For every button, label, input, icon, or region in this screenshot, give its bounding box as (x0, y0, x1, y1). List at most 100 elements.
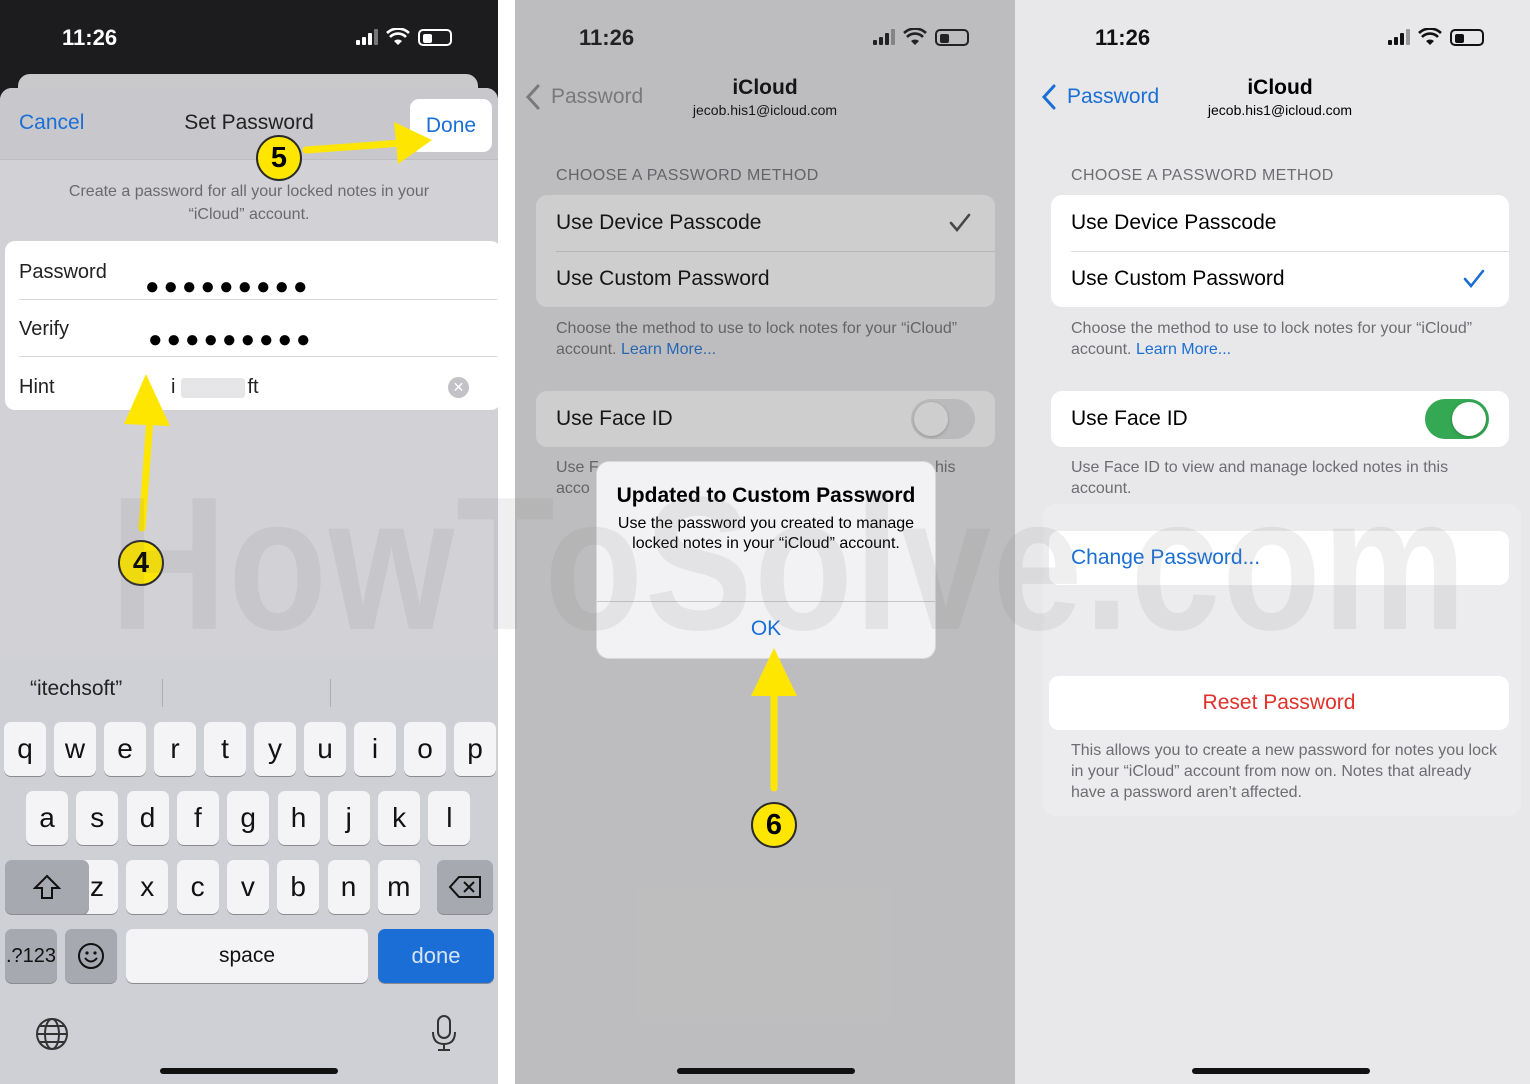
method-footer-text: Choose the method to use to lock notes f… (1071, 320, 1473, 358)
wifi-icon (386, 28, 410, 45)
shift-key[interactable] (5, 860, 89, 914)
reset-password-footer: This allows you to create a new password… (1071, 742, 1497, 801)
key-x[interactable]: x (126, 860, 169, 914)
alert-message: Use the password you created to manage l… (617, 515, 915, 552)
key-y[interactable]: y (254, 722, 296, 776)
key-w[interactable]: w (54, 722, 96, 776)
cellular-signal-icon (1388, 29, 1410, 45)
alert-ok-button[interactable]: OK (597, 617, 935, 641)
step-5-badge: 5 (256, 135, 302, 181)
key-t[interactable]: t (204, 722, 246, 776)
key-j[interactable]: j (327, 791, 370, 845)
key-r[interactable]: r (154, 722, 196, 776)
action-sheet: Change Password... Reset Password This a… (1043, 504, 1521, 816)
password-form: Password ●●●●●●●●● Verify ●●●●●●●●● Hint… (5, 241, 498, 410)
change-password-button[interactable]: Change Password... (1049, 531, 1509, 585)
option-custom-password[interactable]: Use Custom Password (1051, 251, 1509, 307)
icloud-password-screen-alert: 11:26 Password iCloud jecob.his1@icloud.… (515, 0, 1015, 1084)
clear-text-icon[interactable]: ✕ (448, 377, 469, 398)
section-header: CHOOSE A PASSWORD METHOD (1071, 167, 1334, 184)
key-f[interactable]: f (176, 791, 219, 845)
hint-input[interactable]: i ft (171, 376, 259, 399)
nav-title-text: iCloud (1247, 76, 1313, 99)
learn-more-link[interactable]: Learn More... (1136, 341, 1231, 358)
option-device-passcode[interactable]: Use Device Passcode (1051, 195, 1509, 251)
key-u[interactable]: u (304, 722, 346, 776)
status-icons (1388, 28, 1484, 46)
done-button[interactable]: Done (410, 99, 492, 152)
numbers-key[interactable]: .?123 (5, 929, 57, 983)
back-label: Password (1067, 85, 1160, 108)
key-g[interactable]: g (227, 791, 270, 845)
globe-icon[interactable] (35, 1017, 69, 1051)
option-label: Use Custom Password (1071, 267, 1285, 290)
sheet-nav-bar: Cancel Set Password Done (0, 88, 498, 160)
key-k[interactable]: k (378, 791, 421, 845)
verify-input[interactable]: ●●●●●●●●● (148, 328, 314, 352)
key-d[interactable]: d (126, 791, 169, 845)
alert-dialog: Updated to Custom Password Use the passw… (597, 462, 935, 658)
face-id-group: Use Face ID (1051, 391, 1509, 447)
key-c[interactable]: c (176, 860, 219, 914)
hint-value-start: i (171, 376, 176, 398)
emoji-key[interactable] (65, 929, 117, 983)
option-label: Use Device Passcode (1071, 211, 1277, 234)
face-id-toggle[interactable] (1425, 399, 1489, 439)
set-password-screen: 11:26 Cancel Set Password Done Create a … (0, 0, 498, 1084)
step-4-badge: 4 (118, 540, 164, 586)
key-p[interactable]: p (454, 722, 496, 776)
panel-separator (498, 0, 515, 1084)
key-b[interactable]: b (277, 860, 320, 914)
chevron-left-icon (1041, 84, 1056, 110)
sheet-description: Create a password for all your locked no… (68, 183, 430, 223)
key-v[interactable]: v (226, 860, 269, 914)
status-icons (356, 28, 452, 46)
emoji-icon (78, 943, 104, 969)
suggestion-item[interactable]: “itechsoft” (30, 677, 122, 701)
suggestion-divider (330, 679, 331, 707)
password-label: Password (19, 261, 107, 283)
key-q[interactable]: q (4, 722, 46, 776)
home-indicator (1192, 1068, 1370, 1074)
password-method-group: Use Device Passcode Use Custom Password (1051, 195, 1509, 307)
home-indicator (160, 1068, 338, 1074)
face-id-label: Use Face ID (1071, 407, 1188, 430)
face-id-footer: Use Face ID to view and manage locked no… (1071, 459, 1449, 497)
key-o[interactable]: o (404, 722, 446, 776)
key-i[interactable]: i (354, 722, 396, 776)
suggestion-divider (162, 679, 163, 707)
status-time: 11:26 (1095, 25, 1151, 50)
keyboard-done-key[interactable]: done (378, 929, 494, 983)
icloud-password-screen-sheet: 11:26 Password iCloud jecob.his1@icloud.… (1015, 0, 1530, 1084)
divider (19, 299, 497, 300)
hint-label: Hint (19, 376, 55, 398)
battery-icon (1450, 28, 1484, 46)
step-6-badge: 6 (751, 802, 797, 848)
alert-divider (597, 601, 935, 602)
keyboard: “itechsoft” qwertyuiopasdfghjklzxcvbnm .… (0, 657, 498, 1084)
battery-icon (418, 28, 452, 46)
reset-password-button[interactable]: Reset Password (1049, 676, 1509, 730)
key-e[interactable]: e (104, 722, 146, 776)
space-key[interactable]: space (126, 929, 368, 983)
key-h[interactable]: h (277, 791, 320, 845)
password-input[interactable]: ●●●●●●●●● (145, 275, 311, 299)
wifi-icon (1418, 28, 1442, 45)
nav-subtitle: jecob.his1@icloud.com (1207, 102, 1353, 118)
home-indicator (677, 1068, 855, 1074)
verify-label: Verify (19, 318, 70, 340)
microphone-icon[interactable] (430, 1014, 458, 1052)
alert-title: Updated to Custom Password (616, 484, 916, 507)
key-n[interactable]: n (327, 860, 370, 914)
divider (19, 356, 497, 357)
key-l[interactable]: l (428, 791, 471, 845)
blurred-text (181, 378, 246, 398)
key-m[interactable]: m (377, 860, 420, 914)
shift-icon (33, 874, 61, 899)
key-a[interactable]: a (26, 791, 68, 845)
delete-key[interactable] (437, 860, 493, 914)
back-button[interactable]: Password (1041, 84, 1159, 110)
cellular-signal-icon (356, 29, 378, 45)
hint-value-end: ft (247, 376, 259, 398)
key-s[interactable]: s (76, 791, 119, 845)
